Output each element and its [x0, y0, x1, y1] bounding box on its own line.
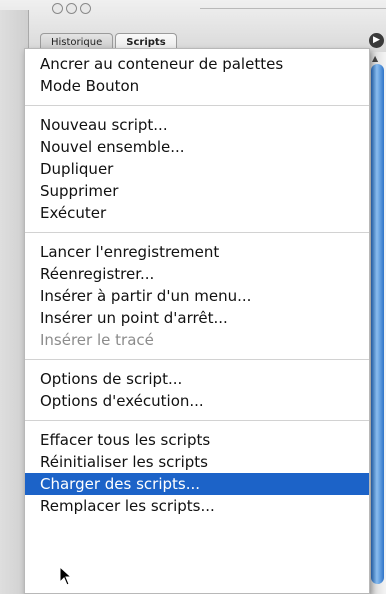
menu-item-dupliquer[interactable]: Dupliquer: [25, 158, 369, 180]
triangle-right-icon: ▶: [373, 35, 380, 45]
menu-item-nouvel-ensemble[interactable]: Nouvel ensemble...: [25, 136, 369, 158]
menu-separator: [25, 420, 369, 421]
menu-item-inserer-a-partir-d-un-menu[interactable]: Insérer à partir d'un menu...: [25, 285, 369, 307]
menu-item-reinitialiser-les-scripts[interactable]: Réinitialiser les scripts: [25, 451, 369, 473]
menu-item-ancrer-au-conteneur-de-palettes[interactable]: Ancrer au conteneur de palettes: [25, 53, 369, 75]
menu-section: Nouveau script... Nouvel ensemble... Dupli…: [25, 114, 369, 224]
menu-separator: [25, 105, 369, 106]
zoom-window-button[interactable]: [80, 3, 91, 14]
palette-options-menu: Ancrer au conteneur de palettes Mode Bout…: [24, 48, 370, 594]
window-controls: [52, 3, 91, 14]
menu-section: Ancrer au conteneur de palettes Mode Bout…: [25, 53, 369, 97]
palette-menu-button[interactable]: ▶: [369, 33, 384, 48]
menu-separator: [25, 359, 369, 360]
menu-item-inserer-un-point-d-arret[interactable]: Insérer un point d'arrêt...: [25, 307, 369, 329]
menu-item-charger-des-scripts[interactable]: Charger des scripts...: [25, 473, 369, 495]
close-window-button[interactable]: [52, 3, 63, 14]
menu-item-reenregistrer[interactable]: Réenregistrer...: [25, 263, 369, 285]
menu-item-effacer-tous-les-scripts[interactable]: Effacer tous les scripts: [25, 429, 369, 451]
menu-item-mode-bouton[interactable]: Mode Bouton: [25, 75, 369, 97]
mouse-pointer-icon: [59, 566, 73, 586]
menu-section: Options de script... Options d'exécution.…: [25, 368, 369, 412]
menu-item-nouveau-script[interactable]: Nouveau script...: [25, 114, 369, 136]
menu-item-inserer-le-trace: Insérer le tracé: [40, 331, 154, 349]
scroll-thumb[interactable]: [371, 64, 384, 584]
title-bar-divider: [200, 0, 386, 9]
menu-separator: [25, 232, 369, 233]
scroll-up-arrow-icon[interactable]: ▲: [372, 54, 378, 63]
menu-item-remplacer-les-scripts[interactable]: Remplacer les scripts...: [25, 495, 369, 517]
menu-item-supprimer[interactable]: Supprimer: [25, 180, 369, 202]
menu-item-executer[interactable]: Exécuter: [25, 202, 369, 224]
minimize-window-button[interactable]: [66, 3, 77, 14]
menu-item-lancer-l-enregistrement[interactable]: Lancer l'enregistrement: [25, 241, 369, 263]
menu-section: Lancer l'enregistrement Réenregistrer... I…: [25, 241, 369, 351]
menu-item-options-d-execution[interactable]: Options d'exécution...: [25, 390, 369, 412]
menu-section: Effacer tous les scripts Réinitialiser le…: [25, 429, 369, 517]
menu-item-options-de-script[interactable]: Options de script...: [25, 368, 369, 390]
